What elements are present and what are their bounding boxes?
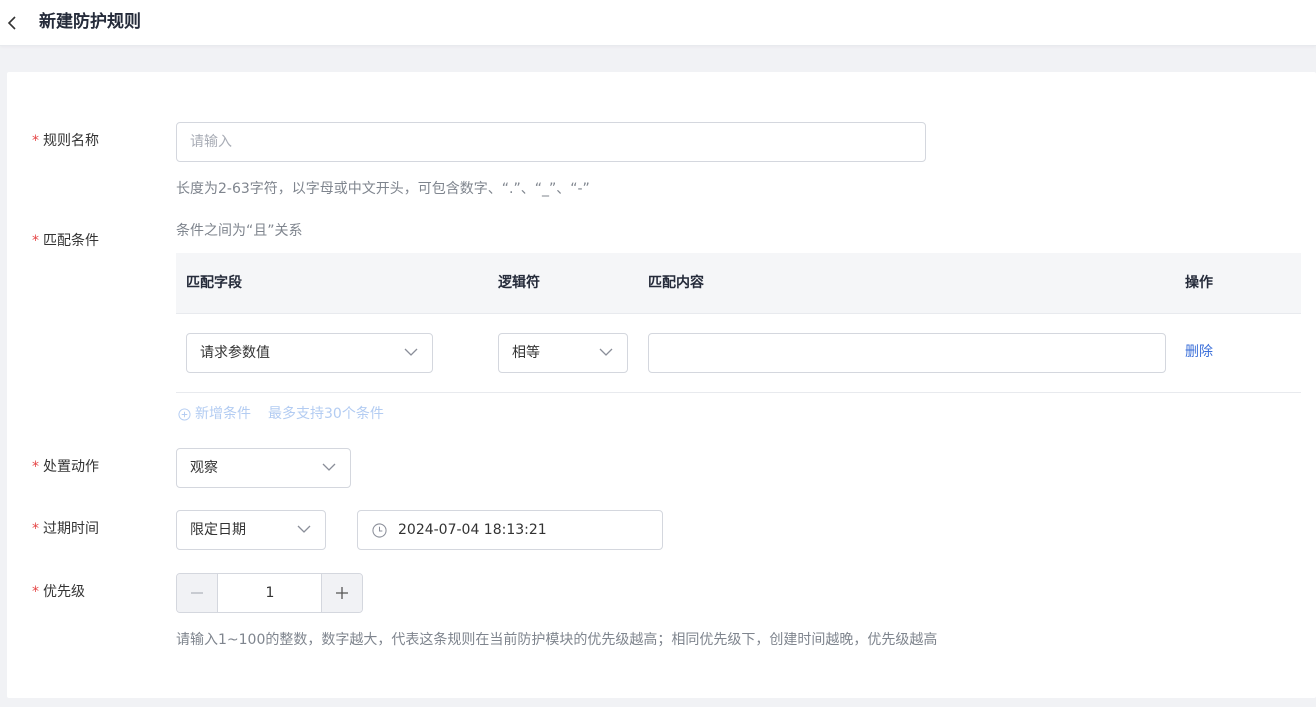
column-header-action: 操作 bbox=[1185, 275, 1213, 291]
match-field-select[interactable]: 请求参数值 bbox=[186, 333, 433, 373]
table-divider bbox=[176, 313, 1301, 314]
required-mark: * bbox=[32, 584, 39, 600]
add-condition-label: 新增条件 bbox=[195, 406, 251, 422]
conditions-note: 条件之间为“且”关系 bbox=[176, 223, 303, 239]
required-mark: * bbox=[32, 459, 39, 475]
chevron-down-icon bbox=[404, 348, 418, 356]
operator-value: 相等 bbox=[512, 345, 540, 361]
clock-icon bbox=[372, 523, 387, 538]
expiry-mode-value: 限定日期 bbox=[190, 522, 246, 538]
conditions-table-header: 匹配字段 逻辑符 匹配内容 操作 bbox=[176, 253, 1301, 313]
match-content-input[interactable] bbox=[648, 333, 1166, 373]
priority-input[interactable] bbox=[218, 574, 322, 612]
rule-name-input[interactable] bbox=[176, 122, 926, 162]
rule-name-label-text: 规则名称 bbox=[43, 133, 99, 149]
condition-limit-text: 最多支持30个条件 bbox=[268, 406, 384, 422]
expiry-datetime-picker[interactable]: 2024-07-04 18:13:21 bbox=[357, 510, 663, 550]
required-mark: * bbox=[32, 521, 39, 537]
delete-condition-link[interactable]: 删除 bbox=[1185, 342, 1213, 362]
match-field-value: 请求参数值 bbox=[200, 345, 270, 361]
expiry-label-text: 过期时间 bbox=[43, 521, 99, 537]
expiry-datetime-value: 2024-07-04 18:13:21 bbox=[398, 522, 547, 538]
chevron-down-icon bbox=[297, 525, 311, 533]
action-label-text: 处置动作 bbox=[43, 459, 99, 475]
rule-name-label: * 规则名称 bbox=[32, 131, 99, 151]
operator-select[interactable]: 相等 bbox=[498, 333, 628, 373]
expiry-label: * 过期时间 bbox=[32, 519, 99, 539]
column-header-content: 匹配内容 bbox=[648, 275, 704, 291]
plus-icon bbox=[336, 587, 348, 599]
increment-button[interactable] bbox=[321, 574, 362, 612]
rule-name-hint: 长度为2-63字符，以字母或中文开头，可包含数字、“.”、“_”、“-” bbox=[176, 181, 590, 197]
chevron-down-icon bbox=[599, 348, 613, 356]
action-select[interactable]: 观察 bbox=[176, 448, 351, 488]
column-header-operator: 逻辑符 bbox=[498, 275, 540, 291]
priority-hint: 请输入1~100的整数，数字越大，代表这条规则在当前防护模块的优先级越高；相同优… bbox=[176, 632, 938, 648]
action-label: * 处置动作 bbox=[32, 457, 99, 477]
minus-icon bbox=[191, 592, 203, 594]
priority-label: * 优先级 bbox=[32, 582, 85, 602]
conditions-label: * 匹配条件 bbox=[32, 231, 99, 251]
required-mark: * bbox=[32, 133, 39, 149]
table-divider bbox=[176, 392, 1301, 393]
conditions-label-text: 匹配条件 bbox=[43, 233, 99, 249]
decrement-button[interactable] bbox=[177, 574, 218, 612]
required-mark: * bbox=[32, 233, 39, 249]
column-header-field: 匹配字段 bbox=[186, 275, 242, 291]
chevron-down-icon bbox=[322, 463, 336, 471]
add-condition-button[interactable]: 新增条件 bbox=[178, 404, 251, 424]
priority-label-text: 优先级 bbox=[43, 584, 85, 600]
plus-circle-icon bbox=[178, 407, 191, 421]
expiry-mode-select[interactable]: 限定日期 bbox=[176, 510, 326, 550]
chevron-left-icon[interactable] bbox=[5, 13, 19, 33]
page-header: 新建防护规则 bbox=[0, 0, 1316, 46]
page-title: 新建防护规则 bbox=[39, 12, 141, 32]
action-value: 观察 bbox=[190, 460, 218, 476]
priority-stepper bbox=[176, 573, 363, 613]
